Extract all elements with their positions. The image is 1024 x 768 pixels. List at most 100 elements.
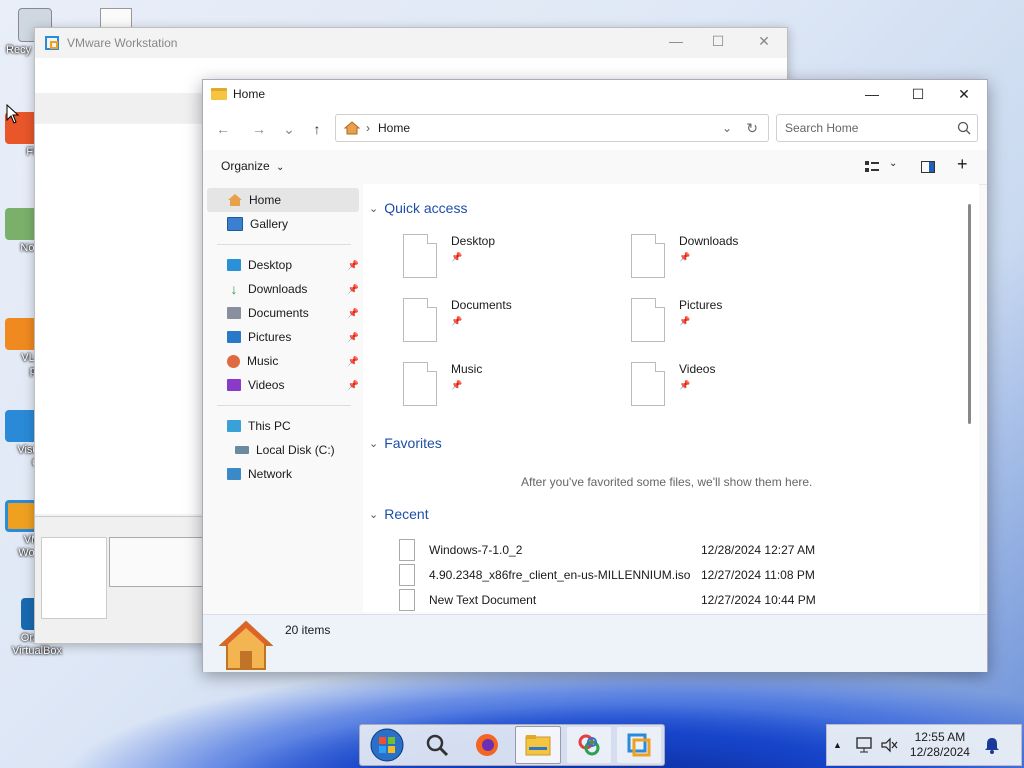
qa-label: Desktop xyxy=(451,234,496,248)
status-bar: 20 items xyxy=(203,614,987,672)
address-bar[interactable]: › Home ⌄ ↻ xyxy=(335,114,769,142)
network-status-icon[interactable] xyxy=(856,737,874,753)
sidebar-item-downloads[interactable]: ↓ Downloads 📌 xyxy=(203,277,363,301)
vmware-maximize-button[interactable]: ☐ xyxy=(703,33,733,50)
desktop-icon xyxy=(227,259,241,271)
taskbar-file-explorer-button[interactable] xyxy=(515,726,561,764)
recent-file-date: 12/28/2024 12:27 AM xyxy=(701,543,816,557)
recent-file-name: New Text Document xyxy=(429,593,537,607)
sidebar-item-label: Downloads xyxy=(248,282,308,296)
sidebar-item-documents[interactable]: Documents 📌 xyxy=(203,301,363,325)
clock[interactable]: 12:55 AM 12/28/2024 xyxy=(910,730,970,760)
sidebar-item-this-pc[interactable]: This PC xyxy=(203,414,363,438)
search-box[interactable]: Search Home xyxy=(776,114,978,142)
add-button[interactable]: + xyxy=(957,154,968,175)
recent-file-row[interactable]: Windows-7-1.0_2 12/28/2024 12:27 AM xyxy=(399,539,819,561)
explorer-minimize-button[interactable]: — xyxy=(849,80,895,108)
up-button[interactable]: ↑ xyxy=(303,121,331,137)
show-hidden-icons-button[interactable]: ▲ xyxy=(833,740,842,750)
document-icon xyxy=(631,298,665,342)
quick-access-videos[interactable]: Videos 📌 xyxy=(631,362,715,406)
volume-muted-icon[interactable] xyxy=(880,737,898,753)
content-pane: ⌄ Quick access Desktop 📌 Downloads 📌 Docum… xyxy=(363,184,979,612)
videos-icon xyxy=(227,379,241,391)
sidebar-item-home[interactable]: Home xyxy=(207,188,359,212)
start-orb-icon xyxy=(370,728,404,762)
view-layout-icon[interactable] xyxy=(865,161,879,173)
vmware-thumbnail-selected[interactable] xyxy=(109,537,203,587)
explorer-close-button[interactable]: ✕ xyxy=(941,80,987,108)
vscode-icon xyxy=(5,410,37,442)
this-pc-icon xyxy=(227,420,241,432)
view-chevron-icon[interactable]: ⌄ xyxy=(889,158,897,169)
file-explorer-window[interactable]: Home — ☐ ✕ ← → ⌄ ↑ › Home ⌄ ↻ Search Hom… xyxy=(202,79,988,672)
taskbar-firefox-button[interactable] xyxy=(465,727,509,763)
item-count: 20 items xyxy=(285,623,331,637)
sidebar-item-label: Music xyxy=(247,354,279,368)
search-input[interactable]: Search Home xyxy=(785,121,858,135)
search-icon xyxy=(957,121,971,135)
quick-access-music[interactable]: Music 📌 xyxy=(403,362,482,406)
taskbar-search-button[interactable] xyxy=(415,727,459,763)
gallery-icon xyxy=(227,217,243,231)
quick-access-downloads[interactable]: Downloads 📌 xyxy=(631,234,738,278)
vmware-library-pane[interactable] xyxy=(35,124,204,514)
sidebar-item-videos[interactable]: Videos 📌 xyxy=(203,373,363,397)
document-icon xyxy=(403,362,437,406)
sidebar-item-label: Videos xyxy=(248,378,285,392)
downloads-icon: ↓ xyxy=(230,281,238,297)
recent-locations-button[interactable]: ⌄ xyxy=(275,121,303,138)
quick-access-documents[interactable]: Documents 📌 xyxy=(403,298,512,342)
quick-access-header[interactable]: ⌄ Quick access xyxy=(369,200,467,216)
vertical-scrollbar[interactable] xyxy=(968,204,971,424)
system-tray: ▲ 12:55 AM 12/28/2024 xyxy=(826,724,1022,766)
command-bar: Organize ⌄ ⌄ + xyxy=(203,150,987,185)
sidebar-item-desktop[interactable]: Desktop 📌 xyxy=(203,253,363,277)
explorer-maximize-button[interactable]: ☐ xyxy=(895,80,941,108)
pin-icon: 📌 xyxy=(679,252,691,262)
vmware-close-button[interactable]: ✕ xyxy=(749,33,779,50)
address-dropdown-button[interactable]: ⌄ xyxy=(722,121,732,135)
refresh-button[interactable]: ↻ xyxy=(746,120,758,137)
document-icon xyxy=(403,234,437,278)
sidebar-item-music[interactable]: Music 📌 xyxy=(203,349,363,373)
qa-label: Pictures xyxy=(679,298,723,312)
clock-time: 12:55 AM xyxy=(914,730,966,744)
pin-icon: 📌 xyxy=(347,331,359,342)
file-explorer-icon xyxy=(525,735,551,756)
recent-header[interactable]: ⌄ Recent xyxy=(369,506,429,522)
notification-bell-icon[interactable] xyxy=(984,736,1000,754)
breadcrumb-home[interactable]: Home xyxy=(378,121,410,135)
network-icon xyxy=(227,468,241,480)
sidebar-item-label: Gallery xyxy=(250,217,289,231)
pin-icon: 📌 xyxy=(679,316,691,326)
taskbar-app-button[interactable] xyxy=(567,727,611,763)
collapse-chevron-icon: ⌄ xyxy=(369,437,379,450)
vmware-minimize-button[interactable]: — xyxy=(661,33,691,49)
organize-chevron-icon: ⌄ xyxy=(276,162,285,173)
pin-icon: 📌 xyxy=(347,283,359,294)
favorites-empty-message: After you've favorited some files, we'll… xyxy=(521,475,813,489)
details-pane-icon[interactable] xyxy=(921,161,935,173)
pin-icon: 📌 xyxy=(347,259,359,270)
start-button[interactable] xyxy=(365,727,409,763)
pictures-icon xyxy=(227,331,241,343)
favorites-header[interactable]: ⌄ Favorites xyxy=(369,435,442,451)
quick-access-desktop[interactable]: Desktop 📌 xyxy=(403,234,495,278)
sidebar-item-label: This PC xyxy=(248,419,291,433)
forward-button[interactable]: → xyxy=(245,121,273,137)
recent-file-row[interactable]: 4.90.2348_x86fre_client_en-us-MILLENNIUM… xyxy=(399,564,819,586)
quick-access-pictures[interactable]: Pictures 📌 xyxy=(631,298,722,342)
sidebar-item-pictures[interactable]: Pictures 📌 xyxy=(203,325,363,349)
vmware-thumbnail[interactable] xyxy=(41,537,107,619)
navigation-pane: Home Gallery Desktop 📌 ↓ Downloads 📌 Doc… xyxy=(203,184,363,614)
organize-button[interactable]: Organize ⌄ xyxy=(221,159,284,173)
sidebar-item-gallery[interactable]: Gallery xyxy=(203,212,363,236)
sidebar-item-label: Pictures xyxy=(248,330,292,344)
back-button[interactable]: ← xyxy=(209,121,237,137)
taskbar-vmware-button[interactable] xyxy=(617,727,661,763)
sidebar-item-network[interactable]: Network xyxy=(203,462,363,486)
recent-file-row[interactable]: New Text Document 12/27/2024 10:44 PM xyxy=(399,589,819,611)
collapse-chevron-icon: ⌄ xyxy=(369,202,379,215)
sidebar-item-local-disk[interactable]: Local Disk (C:) xyxy=(203,438,363,462)
